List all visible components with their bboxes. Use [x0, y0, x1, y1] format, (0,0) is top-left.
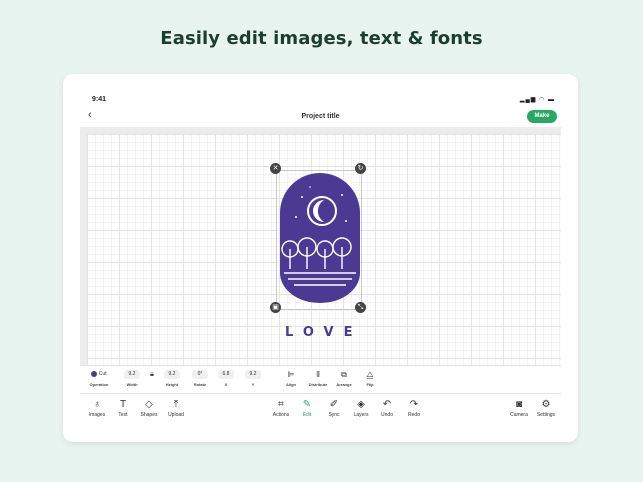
tablet-frame: 9:41 ▂▄▆ ◠ ▬ ‹ Project title Make ✕ ↻ ▣ …: [63, 74, 578, 442]
make-button[interactable]: Make: [527, 110, 557, 123]
status-bar: 9:41 ▂▄▆ ◠ ▬: [80, 91, 561, 107]
height-label: Height: [165, 382, 179, 387]
align-icon: ⊫: [287, 370, 295, 379]
properties-bar: Cut Operation 9.2 Width 🔒︎ 9.2 Height 0°…: [80, 365, 561, 394]
arrange-label: Arrange: [336, 382, 352, 387]
redo-icon: ↷: [409, 399, 419, 410]
headline: Easily edit images, text & fonts: [160, 28, 483, 49]
operation-label: Operation: [89, 382, 109, 387]
camera-label: Camera: [510, 412, 528, 418]
battery-icon: ▬: [548, 97, 555, 103]
edit-icon: ✎: [302, 399, 312, 410]
undo-label: Undo: [381, 412, 393, 418]
shapes-icon: ◇: [145, 399, 153, 410]
flip-icon: ⧋: [366, 370, 374, 379]
operation-control[interactable]: Cut Operation: [86, 370, 112, 387]
x-value[interactable]: 6.8: [218, 370, 234, 379]
camera-icon: ◙: [515, 399, 523, 410]
moon-forest-design[interactable]: [280, 173, 360, 303]
distribute-button[interactable]: ⫴ Distribute: [306, 370, 330, 387]
love-text-element[interactable]: LOVE: [285, 325, 360, 340]
flip-button[interactable]: ⧋ Flip: [362, 370, 378, 387]
undo-icon: ↶: [382, 399, 392, 410]
lock-proportions[interactable]: 🔒︎: [147, 370, 157, 379]
distribute-label: Distribute: [308, 382, 328, 387]
delete-handle-icon[interactable]: ✕: [270, 163, 281, 174]
x-field[interactable]: 6.8 X: [218, 370, 234, 387]
top-ruler: [80, 127, 561, 134]
height-value[interactable]: 9.2: [164, 370, 180, 379]
bottom-toolbar: ♁ Images T Text ◇ Shapes ⤒ Upload ⌗ Acti…: [80, 393, 561, 425]
width-value[interactable]: 9.2: [124, 370, 140, 379]
y-label: Y: [251, 382, 255, 387]
operation-value: Cut: [98, 371, 107, 377]
shapes-label: Shapes: [140, 412, 158, 418]
settings-tool[interactable]: ⚙ Settings: [531, 399, 561, 418]
edit-tool[interactable]: ✎ Edit: [292, 399, 322, 418]
status-icons: ▂▄▆ ◠ ▬: [520, 96, 555, 103]
rotate-field[interactable]: 0° Rotate: [192, 370, 208, 387]
wifi-icon: ◠: [539, 97, 546, 103]
settings-label: Settings: [536, 412, 556, 418]
gear-icon: ⚙: [541, 399, 551, 410]
sync-label: Sync: [328, 412, 340, 418]
shapes-tool[interactable]: ◇ Shapes: [134, 399, 164, 418]
edit-label: Edit: [302, 412, 312, 418]
resize-handle-icon[interactable]: ⤡: [355, 302, 366, 313]
rotate-value[interactable]: 0°: [192, 370, 208, 379]
operation-color-dot: [91, 370, 98, 377]
app-screen: 9:41 ▂▄▆ ◠ ▬ ‹ Project title Make ✕ ↻ ▣ …: [80, 91, 561, 425]
align-label: Align: [286, 382, 296, 387]
redo-label: Redo: [408, 412, 420, 418]
project-title: Project title: [301, 113, 340, 120]
y-field[interactable]: 9.2 Y: [245, 370, 261, 387]
nav-bar: ‹ Project title Make: [80, 107, 561, 127]
arrange-icon: ⧉: [341, 370, 347, 379]
lock-handle-icon[interactable]: ▣: [270, 302, 281, 313]
pen-icon: ✐: [329, 399, 339, 410]
height-field[interactable]: 9.2 Height: [164, 370, 180, 387]
signal-icon: ▂▄▆: [519, 97, 537, 103]
rotate-label: Rotate: [193, 382, 207, 387]
upload-tool[interactable]: ⤒ Upload: [161, 399, 191, 418]
rotate-handle-icon[interactable]: ↻: [355, 163, 366, 174]
upload-icon: ⤒: [173, 399, 179, 410]
distribute-icon: ⫴: [316, 370, 320, 379]
flip-label: Flip: [366, 382, 374, 387]
upload-label: Upload: [168, 412, 184, 418]
status-time: 9:41: [92, 96, 107, 103]
arrange-button[interactable]: ⧉ Arrange: [334, 370, 354, 387]
lock-icon[interactable]: 🔒︎: [147, 370, 157, 379]
undo-tool[interactable]: ↶ Undo: [372, 399, 402, 418]
align-button[interactable]: ⊫ Align: [282, 370, 300, 387]
width-label: Width: [126, 382, 138, 387]
design-canvas[interactable]: ✕ ↻ ▣ ⤡ LOVE: [80, 127, 561, 365]
y-value[interactable]: 9.2: [245, 370, 261, 379]
left-ruler: [80, 127, 87, 365]
sync-tool[interactable]: ✐ Sync: [319, 399, 349, 418]
width-field[interactable]: 9.2 Width: [124, 370, 140, 387]
camera-tool[interactable]: ◙ Camera: [504, 399, 534, 418]
x-label: X: [224, 382, 228, 387]
redo-tool[interactable]: ↷ Redo: [399, 399, 429, 418]
